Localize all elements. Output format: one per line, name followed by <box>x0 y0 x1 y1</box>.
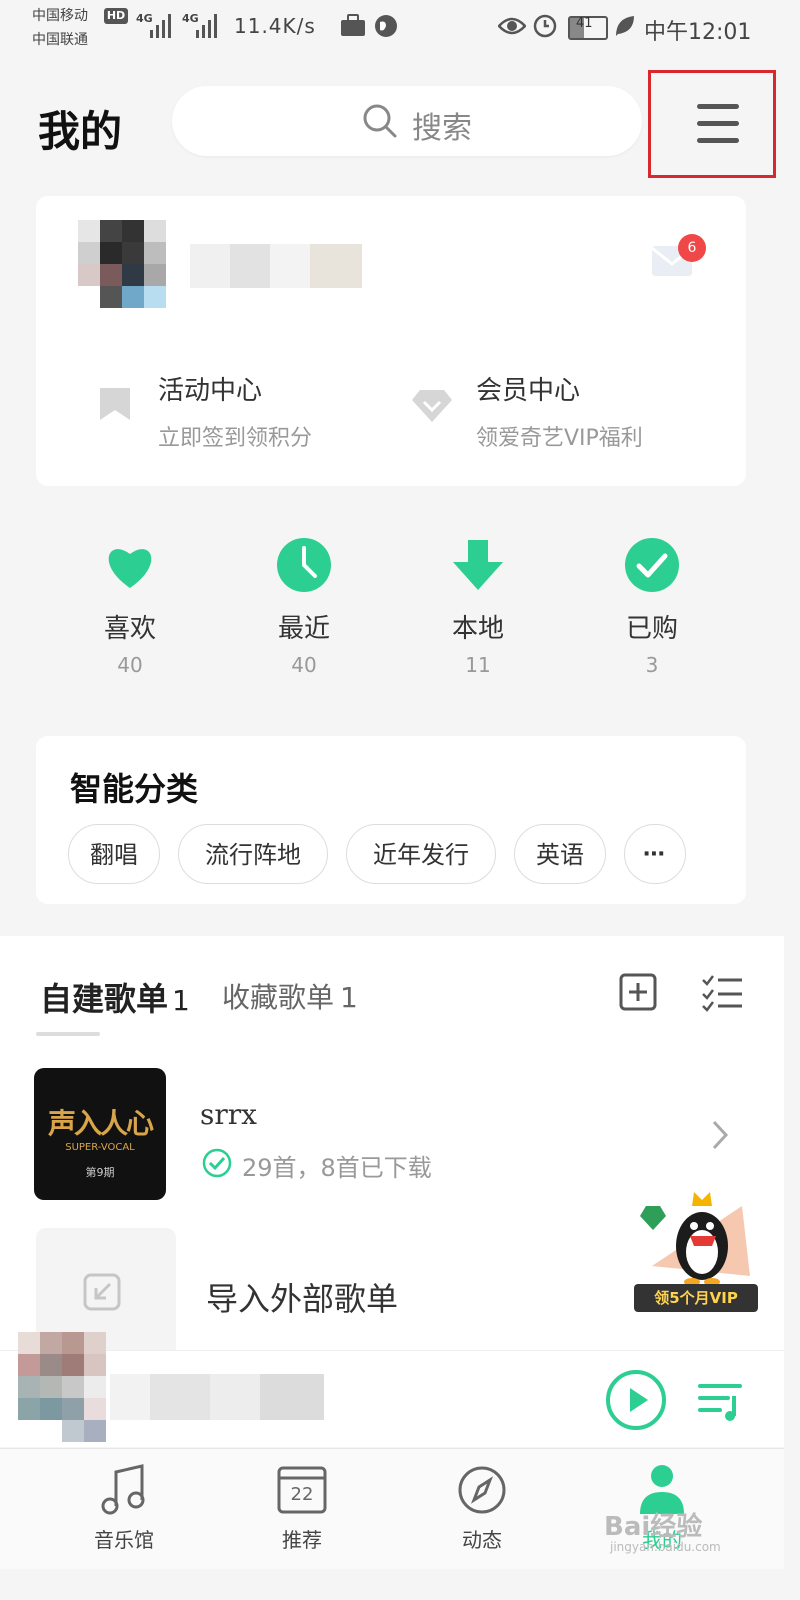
chevron-right-icon[interactable] <box>710 1118 730 1152</box>
watermark-url: jingyan.baidu.com <box>610 1540 721 1554</box>
calendar-icon: 22 <box>276 1462 328 1518</box>
stat-local-label: 本地 <box>451 614 504 644</box>
nav-label-recommend: 推荐 <box>282 1528 322 1552</box>
diamond-icon <box>412 390 452 422</box>
play-icon[interactable] <box>604 1368 668 1432</box>
mini-player-cover[interactable] <box>18 1332 108 1442</box>
tab-own-playlists[interactable]: 自建歌单 1 <box>40 974 190 1020</box>
leaf-icon <box>616 16 634 36</box>
cover-title: 声入人心 <box>47 1107 154 1140</box>
tab-own-label: 自建歌单 <box>40 980 169 1018</box>
globe-icon <box>375 15 397 37</box>
page-title: 我的 <box>38 107 123 156</box>
add-playlist-icon[interactable] <box>618 972 658 1012</box>
eye-icon <box>498 17 526 35</box>
stat-purchased-count: 3 <box>645 653 659 677</box>
vip-promo-label[interactable]: 领5个月VIP <box>634 1284 758 1312</box>
category-chip[interactable]: 英语 <box>514 824 606 884</box>
briefcase-icon <box>341 14 365 36</box>
stat-purchased[interactable]: 已购 3 <box>592 536 712 677</box>
carrier-1: 中国移动 <box>32 8 88 24</box>
clock-time: 中午12:01 <box>644 20 752 45</box>
stat-purchased-label: 已购 <box>625 614 678 644</box>
import-icon <box>83 1273 121 1311</box>
signal-icon-2 <box>196 14 217 38</box>
stat-local[interactable]: 本地 11 <box>418 536 538 677</box>
search-icon <box>363 104 397 138</box>
cover-subtitle: SUPER-VOCAL <box>65 1142 135 1153</box>
hd-badge: HD <box>104 8 128 24</box>
import-playlist-label[interactable]: 导入外部歌单 <box>206 1274 398 1320</box>
tab-fav-label: 收藏歌单 <box>222 981 335 1014</box>
signal-icon <box>150 14 171 38</box>
downloaded-check-icon <box>202 1148 232 1178</box>
category-chip[interactable]: 近年发行 <box>346 824 496 884</box>
activity-center-title[interactable]: 活动中心 <box>158 370 262 407</box>
calendar-day: 22 <box>290 1484 314 1505</box>
vip-center-subtitle: 领爱奇艺VIP福利 <box>476 426 643 451</box>
nav-tab-music-hall[interactable]: 音乐馆 <box>64 1462 184 1553</box>
compass-icon <box>458 1466 506 1514</box>
carrier-2: 中国联通 <box>32 32 88 48</box>
clock-icon <box>277 538 331 592</box>
tab-fav-count: 1 <box>340 981 358 1014</box>
check-circle-icon <box>625 538 679 592</box>
stat-recent[interactable]: 最近 40 <box>244 536 364 677</box>
nav-tab-feed[interactable]: 动态 <box>422 1462 542 1553</box>
username-blurred <box>190 244 362 288</box>
search-placeholder: 搜索 <box>412 111 472 146</box>
stat-recent-label: 最近 <box>277 614 330 644</box>
mini-player-title-blurred <box>110 1374 324 1420</box>
stat-local-count: 11 <box>465 653 491 677</box>
stat-likes-count: 40 <box>117 653 143 677</box>
menu-icon <box>697 104 739 109</box>
stat-recent-count: 40 <box>291 653 317 677</box>
manage-list-icon[interactable] <box>700 972 744 1012</box>
alarm-icon <box>533 14 557 38</box>
category-chip[interactable]: 流行阵地 <box>178 824 328 884</box>
vip-center-title[interactable]: 会员中心 <box>476 370 580 407</box>
smart-category-title: 智能分类 <box>70 770 199 808</box>
nav-tab-recommend[interactable]: 22 推荐 <box>242 1462 362 1553</box>
playlist-meta: 29首，8首已下载 <box>242 1154 432 1182</box>
tab-fav-playlists[interactable]: 收藏歌单 1 <box>222 976 358 1016</box>
stat-likes-label: 喜欢 <box>103 614 156 644</box>
more-categories-button[interactable]: ⋯ <box>624 824 686 884</box>
tab-underline <box>36 1032 100 1036</box>
playlist-queue-icon[interactable] <box>696 1378 746 1424</box>
playlist-cover[interactable]: 声入人心 SUPER-VOCAL 第9期 <box>34 1068 166 1200</box>
cover-issue: 第9期 <box>85 1166 115 1179</box>
playlist-name[interactable]: srrx <box>200 1098 257 1131</box>
music-note-icon <box>101 1464 145 1515</box>
menu-button[interactable] <box>648 70 776 178</box>
category-chip[interactable]: 翻唱 <box>68 824 160 884</box>
search-bar[interactable] <box>172 86 642 156</box>
avatar[interactable] <box>78 220 188 310</box>
watermark: Bai经验 <box>604 1512 703 1542</box>
tab-own-count: 1 <box>172 984 190 1017</box>
nav-label-music-hall: 音乐馆 <box>94 1528 154 1552</box>
battery-level: 41 <box>576 16 593 31</box>
nav-label-feed: 动态 <box>462 1528 502 1552</box>
stat-likes[interactable]: 喜欢 40 <box>70 536 190 677</box>
bookmark-icon <box>100 388 130 420</box>
network-speed: 11.4K/s <box>234 14 316 38</box>
mail-badge: 6 <box>678 234 706 262</box>
activity-center-subtitle: 立即签到领积分 <box>158 426 313 451</box>
download-icon <box>453 540 503 590</box>
heart-icon <box>108 549 152 588</box>
status-bar: 中国移动 HD 中国联通 4G 4G 11.4K/s 41 中午12:01 <box>0 0 784 56</box>
